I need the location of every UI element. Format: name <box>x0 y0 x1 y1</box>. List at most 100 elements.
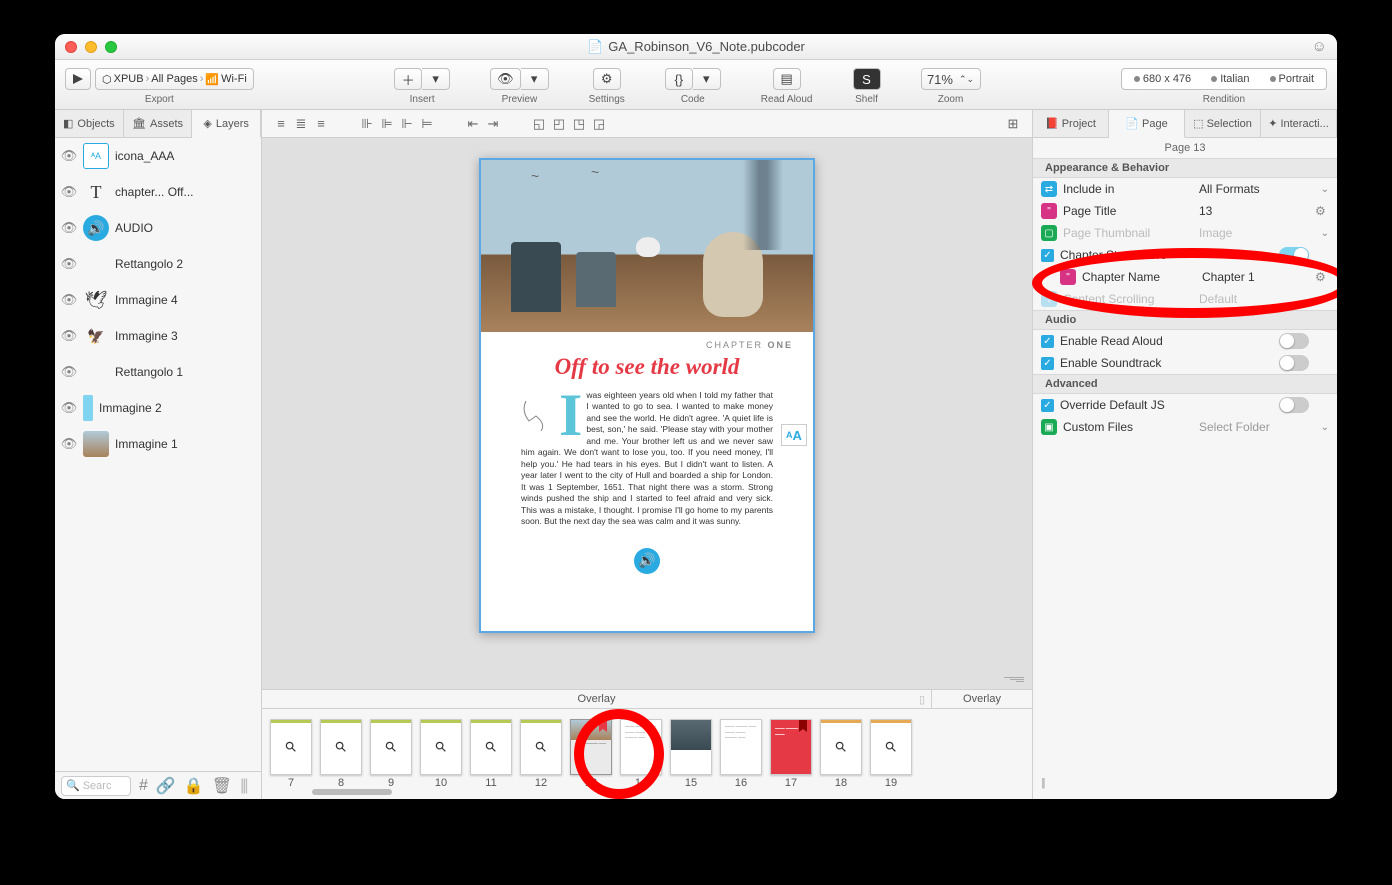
prop-read-aloud[interactable]: ✓ Enable Read Aloud <box>1033 330 1337 352</box>
layer-search-input[interactable]: 🔍 Searc <box>61 776 131 796</box>
visibility-toggle[interactable]: 👁 <box>61 148 77 164</box>
spacing-icon[interactable]: ⇤ <box>464 115 482 133</box>
thumb-page-13[interactable]: ━━━━ ━━━━━ ━━━ ━━━━13 <box>570 719 612 789</box>
prop-include-in[interactable]: ⇄ Include in All Formats ⌄ <box>1033 178 1337 200</box>
preview-button[interactable]: 👁 <box>490 68 521 90</box>
zoom-select[interactable]: 71%⌃⌄ <box>921 68 981 90</box>
chevron-down-icon[interactable]: ⌄ <box>1321 184 1329 195</box>
thumb-page-15[interactable]: 15 <box>670 719 712 789</box>
checkbox-override-js[interactable]: ✓ <box>1041 399 1054 412</box>
layer-item[interactable]: 👁 Immagine 2 <box>55 390 261 426</box>
layer-item[interactable]: 👁 🦅 Immagine 3 <box>55 318 261 354</box>
thumb-page-19[interactable]: ⚲19 <box>870 719 912 789</box>
code-dropdown[interactable]: ▾ <box>693 68 721 90</box>
chevron-down-icon[interactable]: ⌄ <box>1321 228 1329 239</box>
arrange-icon[interactable]: ◱ <box>530 115 548 133</box>
visibility-toggle[interactable]: 👁 <box>61 400 77 416</box>
visibility-toggle[interactable]: 👁 <box>61 220 77 236</box>
layer-item[interactable]: 👁 ᴬA icona_AAA <box>55 138 261 174</box>
thumb-scrollbar[interactable] <box>272 789 1022 797</box>
thumb-page-14[interactable]: ━━━━ ━━━━━ ━━━ ━━━━ ━━━━ ━━━━━ ━━━14 <box>620 719 662 789</box>
prop-page-thumbnail[interactable]: ▢ Page Thumbnail Image ⌄ <box>1033 222 1337 244</box>
layer-item[interactable]: 👁 T chapter... Off... <box>55 174 261 210</box>
chevron-down-icon[interactable]: ⌄ <box>1321 422 1329 433</box>
read-aloud-button[interactable]: ▤ <box>773 68 801 90</box>
rendition-selector[interactable]: 680 x 476 Italian Portrait <box>1121 68 1327 90</box>
shelf-button[interactable]: S <box>853 68 881 90</box>
audio-play-button[interactable]: 🔊 <box>634 548 660 574</box>
grid-icon[interactable]: ⊞ <box>1004 115 1022 133</box>
close-window-button[interactable] <box>65 41 77 53</box>
layer-item[interactable]: 👁 🕊 Immagine 4 <box>55 282 261 318</box>
checkbox-chapter-starts[interactable]: ✓ <box>1041 249 1054 262</box>
tab-project[interactable]: 📕Project <box>1033 110 1109 137</box>
chevron-down-icon[interactable]: ⌄ <box>1321 294 1329 305</box>
feedback-icon[interactable]: ☺ <box>1312 38 1327 55</box>
tab-assets[interactable]: 🏛Assets <box>124 110 193 137</box>
align-left-icon[interactable]: ≡ <box>272 115 290 133</box>
thumb-page-7[interactable]: ⚲7 <box>270 719 312 789</box>
tab-interactivity[interactable]: ✦Interacti... <box>1261 110 1337 137</box>
layer-item[interactable]: 👁 Immagine 1 <box>55 426 261 462</box>
visibility-toggle[interactable]: 👁 <box>61 364 77 380</box>
prop-content-scrolling[interactable]: ↕ Content Scrolling Default ⌄ <box>1033 288 1337 310</box>
prop-override-js[interactable]: ✓ Override Default JS <box>1033 394 1337 416</box>
tab-page[interactable]: 📄Page <box>1109 110 1185 138</box>
toggle-read-aloud[interactable] <box>1279 333 1309 349</box>
thumb-page-17[interactable]: ━━━━ ━━━━━ ━━━ ━━━━17 <box>770 719 812 789</box>
page-canvas[interactable]: ~ ~ CHAPTER ONE Off to see the world I w… <box>479 158 815 633</box>
thumb-page-12[interactable]: ⚲12 <box>520 719 562 789</box>
prop-chapter-name[interactable]: " Chapter Name Chapter 1 ⚙ <box>1033 266 1337 288</box>
distribute-icon[interactable]: ⊪ <box>358 115 376 133</box>
align-right-icon[interactable]: ≡ <box>312 115 330 133</box>
arrange-icon-2[interactable]: ◰ <box>550 115 568 133</box>
trash-icon[interactable]: 🗑 <box>212 776 232 796</box>
resize-handle[interactable] <box>1002 677 1024 685</box>
thumb-page-16[interactable]: ━━━━ ━━━━━ ━━━ ━━━━ ━━━━ ━━━━━ ━━━16 <box>720 719 762 789</box>
text-size-badge[interactable]: AA <box>781 424 807 446</box>
arrange-icon-4[interactable]: ◲ <box>590 115 608 133</box>
insert-button[interactable]: ＋ <box>394 68 422 90</box>
prop-chapter-starts[interactable]: ✓ Chapter Starts Here <box>1033 244 1337 266</box>
visibility-toggle[interactable]: 👁 <box>61 184 77 200</box>
insert-dropdown[interactable]: ▾ <box>422 68 450 90</box>
thumb-page-18[interactable]: ⚲18 <box>820 719 862 789</box>
layer-item[interactable]: 👁 🔊 AUDIO <box>55 210 261 246</box>
checkbox-read-aloud[interactable]: ✓ <box>1041 335 1054 348</box>
visibility-toggle[interactable]: 👁 <box>61 328 77 344</box>
export-breadcrumb[interactable]: ⬡ XPUB › All Pages › 📶 Wi-Fi <box>95 68 254 90</box>
maximize-window-button[interactable] <box>105 41 117 53</box>
tab-objects[interactable]: ◧Objects <box>55 110 124 137</box>
code-button[interactable]: {} <box>665 68 693 90</box>
panel-drag-handle[interactable]: ||| <box>1041 777 1044 789</box>
arrange-icon-3[interactable]: ◳ <box>570 115 588 133</box>
thumb-page-9[interactable]: ⚲9 <box>370 719 412 789</box>
minimize-window-button[interactable] <box>85 41 97 53</box>
thumb-page-8[interactable]: ⚲8 <box>320 719 362 789</box>
toggle-chapter-starts[interactable] <box>1279 247 1309 263</box>
preview-dropdown[interactable]: ▾ <box>521 68 549 90</box>
distribute-icon-3[interactable]: ⊩ <box>398 115 416 133</box>
toggle-override-js[interactable] <box>1279 397 1309 413</box>
visibility-toggle[interactable]: 👁 <box>61 256 77 272</box>
toggle-soundtrack[interactable] <box>1279 355 1309 371</box>
gear-icon[interactable]: ⚙ <box>1315 270 1329 284</box>
distribute-icon-4[interactable]: ⊨ <box>418 115 436 133</box>
gear-icon[interactable]: ⚙ <box>1315 204 1329 218</box>
prop-page-title[interactable]: " Page Title 13 ⚙ <box>1033 200 1337 222</box>
layer-item[interactable]: 👁 Rettangolo 1 <box>55 354 261 390</box>
thumb-page-10[interactable]: ⚲10 <box>420 719 462 789</box>
lock-icon[interactable]: 🔒 <box>184 776 204 796</box>
prop-soundtrack[interactable]: ✓ Enable Soundtrack <box>1033 352 1337 374</box>
link-icon[interactable]: 🔗 <box>156 776 176 796</box>
distribute-icon-2[interactable]: ⊫ <box>378 115 396 133</box>
run-button[interactable] <box>65 68 91 90</box>
visibility-toggle[interactable]: 👁 <box>61 292 77 308</box>
hash-icon[interactable]: # <box>139 777 148 795</box>
thumb-page-11[interactable]: ⚲11 <box>470 719 512 789</box>
align-center-icon[interactable]: ≣ <box>292 115 310 133</box>
tab-layers[interactable]: ◈Layers <box>192 110 261 138</box>
prop-custom-files[interactable]: ▣ Custom Files Select Folder ⌄ <box>1033 416 1337 438</box>
settings-button[interactable]: ⚙ <box>593 68 621 90</box>
spacing-icon-2[interactable]: ⇥ <box>484 115 502 133</box>
